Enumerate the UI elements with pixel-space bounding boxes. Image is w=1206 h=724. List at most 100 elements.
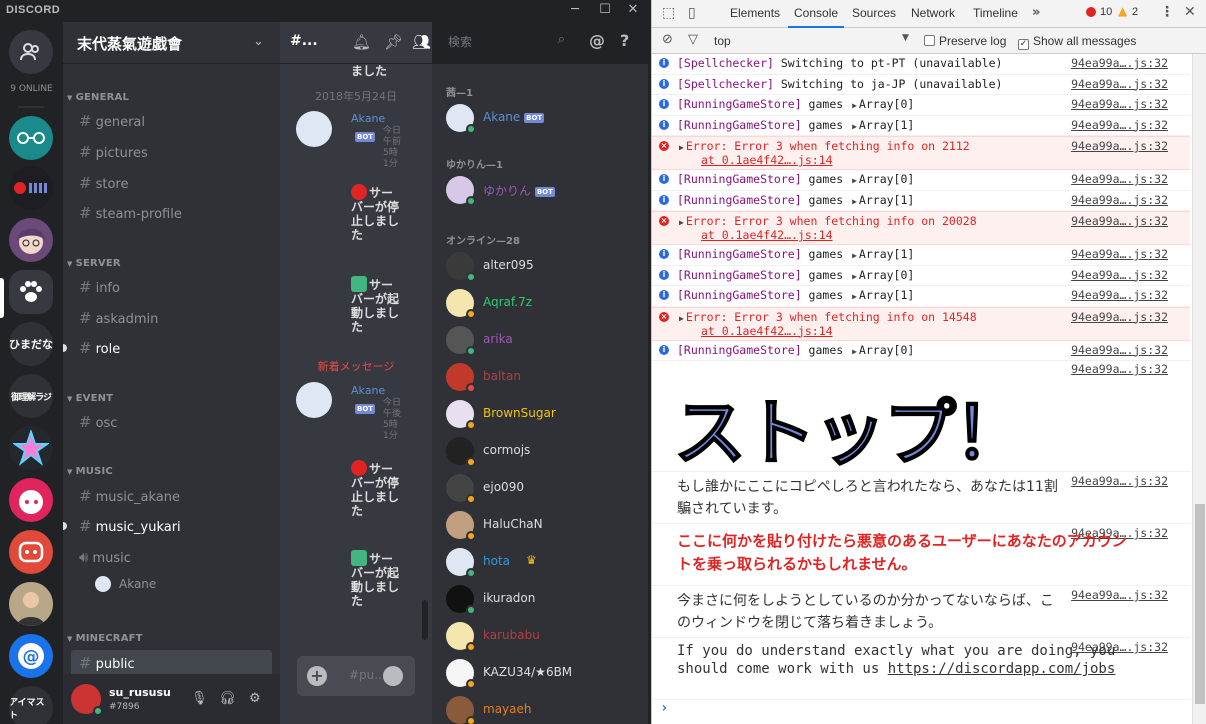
server-icon-white-face[interactable] [9, 478, 53, 522]
channel-general[interactable]: # general [71, 108, 272, 134]
source-link[interactable]: 94ea99a….js:32 [1071, 588, 1168, 602]
console-prompt[interactable]: › [660, 700, 668, 716]
member-item[interactable]: BrownSugar [446, 400, 646, 432]
minimize-button[interactable]: ─ [560, 0, 590, 22]
members-icon[interactable]: 👥︎ [412, 33, 431, 51]
member-item[interactable]: ikuradon [446, 585, 646, 617]
filter-icon[interactable]: ▽ [688, 32, 698, 47]
add-file-icon[interactable]: + [307, 666, 327, 686]
source-link[interactable]: 94ea99a….js:32 [1071, 362, 1168, 376]
category-music[interactable]: ▼ MUSIC [67, 466, 113, 477]
stack-link[interactable]: at 0.1ae4f42….js:14 [701, 324, 833, 338]
search-icon[interactable]: ⌕ [558, 32, 565, 47]
chevron-down-icon[interactable]: ▼ [902, 33, 909, 43]
star-icon[interactable] [9, 426, 53, 470]
member-item[interactable]: Aqraf.7z [446, 289, 646, 321]
expand-arrow-icon[interactable]: ▶ [679, 314, 684, 323]
expand-arrow-icon[interactable]: ▶ [679, 143, 684, 152]
clear-console-icon[interactable]: ⊘ [662, 32, 673, 47]
stack-link[interactable]: at 0.1ae4f42….js:14 [701, 153, 833, 167]
server-icon-imasto[interactable]: アイマスト [9, 686, 53, 724]
member-item[interactable]: KAZU34/★6BM [446, 659, 646, 691]
source-link[interactable]: 94ea99a….js:32 [1071, 343, 1168, 357]
server-header[interactable]: 末代蒸氣遊戯會 ⌄ [63, 22, 280, 64]
error-count[interactable]: 10 [1100, 6, 1112, 18]
channel-music-akane[interactable]: # music_akane [71, 483, 272, 509]
expand-arrow-icon[interactable]: ▶ [852, 122, 857, 131]
mention-icon[interactable]: @ [589, 31, 605, 50]
gear-icon[interactable]: ⚙ [249, 691, 261, 706]
tab-sources[interactable]: Sources [852, 6, 896, 20]
channel-pictures[interactable]: # pictures [71, 139, 272, 165]
warning-count[interactable]: 2 [1132, 6, 1138, 18]
message-author[interactable]: Akane [351, 384, 385, 397]
channel-store[interactable]: # store [71, 170, 272, 196]
member-item[interactable]: hota ♛ [446, 548, 646, 580]
bell-icon[interactable]: 🔔︎ [352, 33, 371, 51]
source-link[interactable]: 94ea99a….js:32 [1071, 56, 1168, 70]
member-item[interactable]: HaluChaN [446, 511, 646, 543]
console-output[interactable]: i [Spellchecker] Switching to pt-PT (unav… [652, 54, 1190, 724]
server-icon-teal[interactable] [9, 116, 53, 160]
channel-public[interactable]: # public [71, 650, 272, 676]
channel-askadmin[interactable]: # askadmin [71, 305, 272, 331]
maximize-button[interactable]: ☐ [590, 0, 620, 22]
voice-user-name[interactable]: Akane [119, 577, 156, 591]
message-input[interactable]: + #pu... [297, 656, 415, 696]
paw-icon[interactable] [9, 270, 53, 314]
channel-info[interactable]: # info [71, 274, 272, 300]
server-icon-gorikai[interactable]: 御理解ラジ [9, 374, 53, 418]
server-icon-person[interactable] [9, 582, 53, 626]
source-link[interactable]: 94ea99a….js:32 [1071, 268, 1168, 282]
headphones-icon[interactable]: 🎧︎ [219, 691, 236, 706]
source-link[interactable]: 94ea99a….js:32 [1071, 139, 1168, 153]
expand-arrow-icon[interactable]: ▶ [852, 272, 857, 281]
jobs-link[interactable]: https://discordapp.com/jobs [888, 661, 1116, 677]
channel-role[interactable]: # role [71, 335, 272, 361]
expand-arrow-icon[interactable]: ▶ [852, 292, 857, 301]
source-link[interactable]: 94ea99a….js:32 [1071, 97, 1168, 111]
close-button[interactable]: ✕ [618, 0, 648, 22]
server-icon-anime[interactable] [9, 218, 53, 262]
channel-steam-profile[interactable]: # steam-profile [71, 200, 272, 226]
member-item[interactable]: arika [446, 326, 646, 358]
category-minecraft[interactable]: ▼ MINECRAFT [67, 633, 143, 644]
search-input[interactable]: 検索 ⌕ [442, 29, 571, 53]
device-icon[interactable]: ▯ [688, 5, 696, 21]
help-icon[interactable]: ? [620, 31, 629, 50]
member-item[interactable]: baltan [446, 363, 646, 395]
friends-icon[interactable] [9, 30, 53, 74]
chat-scrollbar[interactable] [422, 600, 428, 640]
server-icon-dots[interactable] [9, 166, 53, 210]
source-link[interactable]: 94ea99a….js:32 [1071, 288, 1168, 302]
member-item[interactable]: karubabu [446, 622, 646, 654]
member-item[interactable]: alter095 [446, 252, 646, 284]
source-link[interactable]: 94ea99a….js:32 [1071, 247, 1168, 261]
preserve-log-checkbox[interactable]: Preserve log [924, 34, 1006, 48]
source-link[interactable]: 94ea99a….js:32 [1071, 214, 1168, 228]
close-devtools-icon[interactable]: ✕ [1184, 4, 1196, 20]
category-general[interactable]: ▼ GENERAL [67, 92, 129, 103]
expand-arrow-icon[interactable]: ▶ [852, 197, 857, 206]
expand-arrow-icon[interactable]: ▶ [852, 251, 857, 260]
member-item[interactable]: cormojs [446, 437, 646, 469]
expand-arrow-icon[interactable]: ▶ [679, 218, 684, 227]
source-link[interactable]: 94ea99a….js:32 [1071, 118, 1168, 132]
member-item[interactable]: Akane BOT [446, 104, 646, 136]
category-server[interactable]: ▼ SERVER [67, 258, 121, 269]
category-event[interactable]: ▼ EVENT [67, 393, 113, 404]
expand-arrow-icon[interactable]: ▶ [852, 176, 857, 185]
source-link[interactable]: 94ea99a….js:32 [1071, 172, 1168, 186]
expand-arrow-icon[interactable]: ▶ [852, 101, 857, 110]
source-link[interactable]: 94ea99a….js:32 [1071, 77, 1168, 91]
tab-console[interactable]: Console [787, 6, 845, 28]
message-list[interactable]: ました 2018年5月24日 Akane BOT 今日 午前5時1分 サーバーが… [280, 64, 432, 660]
avatar[interactable] [296, 382, 332, 418]
chevron-down-icon[interactable]: ⌄ [253, 34, 264, 49]
tab-elements[interactable]: Elements [730, 6, 780, 20]
member-item[interactable]: ゆかりん BOT [446, 176, 646, 208]
message-author[interactable]: Akane [351, 112, 385, 125]
channel-music-yukari[interactable]: # music_yukari [71, 513, 272, 539]
controller-icon[interactable] [9, 530, 53, 574]
source-link[interactable]: 94ea99a….js:32 [1071, 193, 1168, 207]
